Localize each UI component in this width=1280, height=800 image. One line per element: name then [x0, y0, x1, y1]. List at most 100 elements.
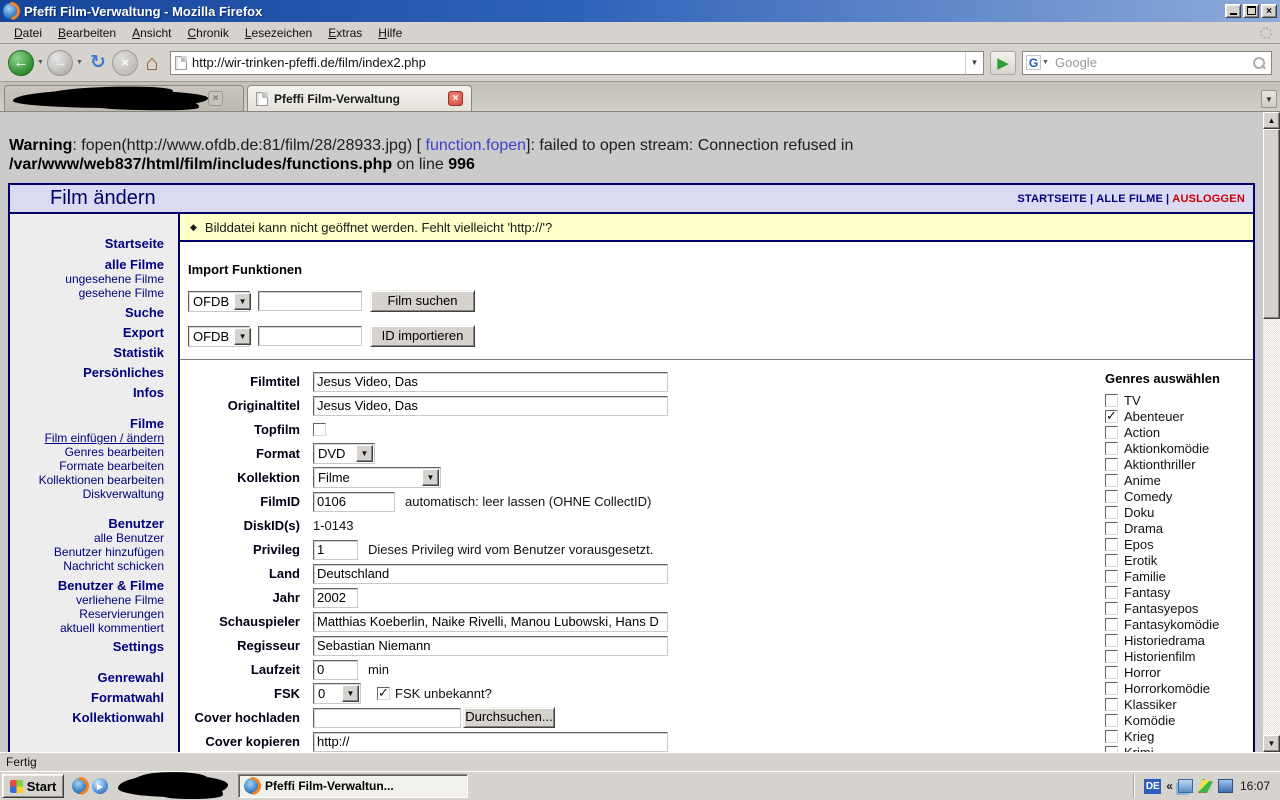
- tab-pfeffi[interactable]: Pfeffi Film-Verwaltung ×: [247, 85, 472, 111]
- genre-checkbox[interactable]: [1105, 554, 1118, 567]
- sidebar-item[interactable]: ungesehene Filme: [10, 273, 164, 286]
- genre-checkbox[interactable]: [1105, 522, 1118, 535]
- import-id-input[interactable]: [258, 326, 362, 346]
- firefox-quicklaunch-icon[interactable]: [72, 778, 88, 794]
- genre-checkbox[interactable]: [1105, 506, 1118, 519]
- genre-checkbox[interactable]: [1105, 586, 1118, 599]
- sidebar-item[interactable]: Settings: [10, 639, 164, 654]
- sidebar-item[interactable]: Film einfügen / ändern: [10, 432, 164, 445]
- menu-item[interactable]: Chronik: [179, 23, 236, 43]
- sidebar-item[interactable]: Reservierungen: [10, 608, 164, 621]
- genre-checkbox[interactable]: [1105, 602, 1118, 615]
- url-bar[interactable]: ▼: [170, 51, 984, 75]
- media-player-icon[interactable]: ▶: [92, 778, 108, 794]
- genre-checkbox[interactable]: [1105, 730, 1118, 743]
- menu-item[interactable]: Hilfe: [370, 23, 410, 43]
- url-input[interactable]: [187, 53, 965, 73]
- cover-copy-input[interactable]: [313, 732, 668, 752]
- genre-checkbox[interactable]: [1105, 426, 1118, 439]
- sidebar-item[interactable]: alle Filme: [10, 257, 164, 272]
- scrollbar-thumb[interactable]: [1263, 129, 1280, 319]
- stop-button[interactable]: ×: [112, 50, 138, 76]
- genre-checkbox[interactable]: [1105, 538, 1118, 551]
- network-icon[interactable]: [1178, 779, 1193, 793]
- menu-item[interactable]: Extras: [320, 23, 370, 43]
- sidebar-item[interactable]: aktuell kommentiert: [10, 622, 164, 635]
- sidebar-item[interactable]: verliehene Filme: [10, 594, 164, 607]
- sidebar-item[interactable]: Export: [10, 325, 164, 340]
- sidebar-item[interactable]: Infos: [10, 385, 164, 400]
- menu-item[interactable]: Bearbeiten: [50, 23, 124, 43]
- sidebar-item[interactable]: Diskverwaltung: [10, 488, 164, 501]
- jahr-input[interactable]: [313, 588, 358, 608]
- sidebar-item[interactable]: Formate bearbeiten: [10, 460, 164, 473]
- tab-close-icon[interactable]: ×: [208, 91, 223, 106]
- laufzeit-input[interactable]: [313, 660, 358, 680]
- go-button[interactable]: ▶: [990, 51, 1016, 75]
- menu-item[interactable]: Lesezeichen: [237, 23, 320, 43]
- genre-checkbox[interactable]: [1105, 570, 1118, 583]
- function-fopen-link[interactable]: function.fopen: [426, 137, 527, 154]
- tray-app-icon[interactable]: [1198, 779, 1213, 793]
- fsk-select[interactable]: 0: [313, 683, 361, 704]
- tray-app-icon-2[interactable]: [1218, 779, 1233, 793]
- menu-item[interactable]: Datei: [6, 23, 50, 43]
- schauspieler-input[interactable]: [313, 612, 668, 632]
- filmid-input[interactable]: [313, 492, 395, 512]
- back-button[interactable]: ←: [8, 50, 34, 76]
- import-search-input[interactable]: [258, 291, 362, 311]
- sidebar-item[interactable]: Statistik: [10, 345, 164, 360]
- originaltitel-input[interactable]: [313, 396, 668, 416]
- search-engine-dropdown-icon[interactable]: ▼: [1041, 59, 1050, 66]
- genre-checkbox[interactable]: [1105, 474, 1118, 487]
- menu-item[interactable]: Ansicht: [124, 23, 179, 43]
- genre-checkbox[interactable]: [1105, 618, 1118, 631]
- sidebar-item[interactable]: Persönliches: [10, 365, 164, 380]
- reload-button[interactable]: ↻: [86, 50, 110, 76]
- minimize-button[interactable]: [1225, 4, 1241, 18]
- forward-dropdown-icon[interactable]: ▼: [75, 59, 84, 66]
- scroll-down-icon[interactable]: ▼: [1263, 735, 1280, 752]
- chevron-down-icon[interactable]: [422, 469, 439, 486]
- search-icon[interactable]: [1253, 57, 1265, 69]
- sidebar-item[interactable]: Suche: [10, 305, 164, 320]
- import-id-source-select[interactable]: OFDB: [188, 326, 250, 347]
- genre-checkbox[interactable]: [1105, 634, 1118, 647]
- genre-checkbox[interactable]: [1105, 682, 1118, 695]
- sidebar-item[interactable]: Filme: [10, 416, 164, 431]
- kollektion-select[interactable]: Filme: [313, 467, 441, 488]
- privileg-input[interactable]: [313, 540, 358, 560]
- genre-checkbox[interactable]: [1105, 458, 1118, 471]
- sidebar-item[interactable]: Genrewahl: [10, 670, 164, 685]
- tab-close-icon[interactable]: ×: [448, 91, 463, 106]
- tab-list-dropdown-icon[interactable]: ▼: [1261, 90, 1277, 108]
- genre-checkbox[interactable]: [1105, 410, 1118, 423]
- sidebar-item[interactable]: Benutzer hinzufügen: [10, 546, 164, 559]
- sidebar-item[interactable]: Kollektionen bearbeiten: [10, 474, 164, 487]
- sidebar-item[interactable]: Benutzer & Filme: [10, 578, 164, 593]
- chevron-down-icon[interactable]: [234, 328, 251, 345]
- genre-checkbox[interactable]: [1105, 650, 1118, 663]
- topfilm-checkbox[interactable]: [313, 423, 326, 436]
- genre-checkbox[interactable]: [1105, 714, 1118, 727]
- url-dropdown-icon[interactable]: ▼: [965, 52, 983, 74]
- film-suchen-button[interactable]: Film suchen: [370, 290, 475, 312]
- search-box[interactable]: G ▼ Google: [1022, 51, 1272, 75]
- scroll-up-icon[interactable]: ▲: [1263, 112, 1280, 129]
- fsk-unbekannt-checkbox[interactable]: [377, 687, 390, 700]
- genre-checkbox[interactable]: [1105, 442, 1118, 455]
- genre-checkbox[interactable]: [1105, 394, 1118, 407]
- language-indicator[interactable]: DE: [1144, 779, 1161, 794]
- genre-checkbox[interactable]: [1105, 666, 1118, 679]
- cover-upload-input[interactable]: [313, 708, 461, 728]
- sidebar-item[interactable]: Kollektionwahl: [10, 710, 164, 725]
- chevron-down-icon[interactable]: [342, 685, 359, 702]
- durchsuchen-button[interactable]: Durchsuchen...: [463, 707, 555, 728]
- task-button-pfeffi[interactable]: Pfeffi Film-Verwaltun...: [238, 774, 468, 798]
- start-button[interactable]: Start: [2, 774, 64, 798]
- chevron-down-icon[interactable]: [234, 293, 251, 310]
- close-button[interactable]: ×: [1261, 4, 1277, 18]
- nav-startseite-link[interactable]: STARTSEITE: [1017, 193, 1087, 205]
- sidebar-item[interactable]: Formatwahl: [10, 690, 164, 705]
- nav-alle-filme-link[interactable]: ALLE FILME: [1096, 193, 1163, 205]
